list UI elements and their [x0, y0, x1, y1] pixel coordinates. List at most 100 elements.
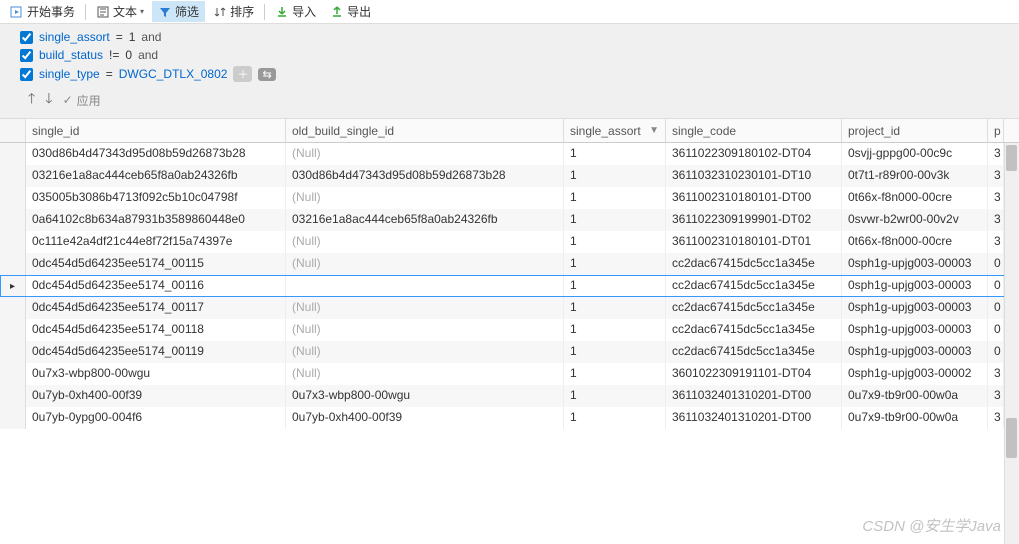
cell-project-id[interactable]: 0sph1g-upjg003-00003 [842, 275, 988, 297]
cell-project-id[interactable]: 0u7x9-tb9r00-00w0a [842, 407, 988, 429]
filter-up-button[interactable]: 🡑 [28, 88, 35, 112]
vertical-scrollbar[interactable] [1004, 143, 1019, 544]
cell-single-assort[interactable]: 1 [564, 275, 666, 297]
col-old-build-single-id[interactable]: old_build_single_id [286, 119, 564, 142]
col-p[interactable]: p [988, 119, 1004, 142]
cell-p[interactable]: 3 [988, 165, 1004, 187]
cell-p[interactable]: 0 [988, 341, 1004, 363]
cell-single-assort[interactable]: 1 [564, 253, 666, 275]
cell-old-build-single-id[interactable]: (Null) [286, 297, 564, 319]
row-header-corner[interactable] [0, 119, 26, 142]
cell-old-build-single-id[interactable]: 030d86b4d47343d95d08b59d26873b28 [286, 165, 564, 187]
import-button[interactable]: 导入 [269, 1, 322, 22]
cell-p[interactable]: 0 [988, 275, 1004, 297]
cell-p[interactable]: 3 [988, 143, 1004, 165]
row-header[interactable] [0, 253, 26, 275]
cell-project-id[interactable]: 0t7t1-r89r00-00v3k [842, 165, 988, 187]
row-header[interactable] [0, 165, 26, 187]
cell-project-id[interactable]: 0svwr-b2wr00-00v2v [842, 209, 988, 231]
row-header[interactable] [0, 275, 26, 297]
col-single-id[interactable]: single_id [26, 119, 286, 142]
cell-single-id[interactable]: 0dc454d5d64235ee5174_00116 [26, 275, 286, 297]
filter-operator[interactable]: != [109, 48, 119, 62]
cell-old-build-single-id[interactable]: (Null) [286, 363, 564, 385]
cell-single-id[interactable]: 0u7yb-0xh400-00f39 [26, 385, 286, 407]
cell-project-id[interactable]: 0u7x9-tb9r00-00w0a [842, 385, 988, 407]
add-condition-button[interactable]: ＋ [233, 66, 252, 82]
cell-single-id[interactable]: 0dc454d5d64235ee5174_00118 [26, 319, 286, 341]
cell-single-id[interactable]: 0u7x3-wbp800-00wgu [26, 363, 286, 385]
cell-single-id[interactable]: 0dc454d5d64235ee5174_00119 [26, 341, 286, 363]
cell-old-build-single-id[interactable]: 03216e1a8ac444ceb65f8a0ab24326fb [286, 209, 564, 231]
filter-button[interactable]: 筛选 [152, 1, 205, 22]
table-row[interactable]: 0a64102c8b634a87931b3589860448e003216e1a… [0, 209, 1019, 231]
scroll-thumb[interactable] [1006, 418, 1017, 458]
cell-single-code[interactable]: cc2dac67415dc5cc1a345e [666, 253, 842, 275]
filter-operator[interactable]: = [106, 67, 113, 81]
table-row[interactable]: 0dc454d5d64235ee5174_00119(Null)1cc2dac6… [0, 341, 1019, 363]
cell-old-build-single-id[interactable]: 0u7yb-0xh400-00f39 [286, 407, 564, 429]
filter-field[interactable]: build_status [39, 48, 103, 62]
cell-single-code[interactable]: cc2dac67415dc5cc1a345e [666, 297, 842, 319]
cell-single-assort[interactable]: 1 [564, 341, 666, 363]
table-row[interactable]: 03216e1a8ac444ceb65f8a0ab24326fb030d86b4… [0, 165, 1019, 187]
row-header[interactable] [0, 297, 26, 319]
table-row[interactable]: 0dc454d5d64235ee5174_00116 1cc2dac67415dc… [0, 275, 1019, 297]
cell-single-id[interactable]: 0dc454d5d64235ee5174_00117 [26, 297, 286, 319]
filter-field[interactable]: single_assort [39, 30, 110, 44]
scroll-thumb[interactable] [1006, 145, 1017, 171]
cell-p[interactable]: 3 [988, 187, 1004, 209]
cell-old-build-single-id[interactable]: (Null) [286, 341, 564, 363]
row-header[interactable] [0, 319, 26, 341]
cell-single-code[interactable]: 3611032401310201-DT00 [666, 385, 842, 407]
cell-p[interactable]: 3 [988, 385, 1004, 407]
cell-single-id[interactable]: 0u7yb-0ypg00-004f6 [26, 407, 286, 429]
cell-single-code[interactable]: 3611022309199901-DT02 [666, 209, 842, 231]
cell-old-build-single-id[interactable]: 0u7x3-wbp800-00wgu [286, 385, 564, 407]
cell-project-id[interactable]: 0sph1g-upjg003-00002 [842, 363, 988, 385]
filter-value[interactable]: 0 [125, 48, 132, 62]
filter-checkbox[interactable] [20, 49, 33, 62]
cell-single-code[interactable]: 3611032310230101-DT10 [666, 165, 842, 187]
table-row[interactable]: 0dc454d5d64235ee5174_00117(Null)1cc2dac6… [0, 297, 1019, 319]
cell-project-id[interactable]: 0sph1g-upjg003-00003 [842, 297, 988, 319]
row-header[interactable] [0, 143, 26, 165]
cell-single-assort[interactable]: 1 [564, 165, 666, 187]
row-header[interactable] [0, 407, 26, 429]
cell-old-build-single-id[interactable]: (Null) [286, 231, 564, 253]
cell-single-id[interactable]: 035005b3086b4713f092c5b10c04798f [26, 187, 286, 209]
cell-project-id[interactable]: 0t66x-f8n000-00cre [842, 231, 988, 253]
filter-field[interactable]: single_type [39, 67, 100, 81]
cell-single-code[interactable]: 3601022309191101-DT04 [666, 363, 842, 385]
text-button[interactable]: 文本 ▾ [90, 1, 150, 22]
col-single-code[interactable]: single_code [666, 119, 842, 142]
sort-button[interactable]: 排序 [207, 1, 260, 22]
cell-p[interactable]: 3 [988, 407, 1004, 429]
table-row[interactable]: 030d86b4d47343d95d08b59d26873b28(Null)13… [0, 143, 1019, 165]
row-header[interactable] [0, 363, 26, 385]
cell-single-assort[interactable]: 1 [564, 187, 666, 209]
table-row[interactable]: 0c111e42a4df21c44e8f72f15a74397e(Null)13… [0, 231, 1019, 253]
cell-project-id[interactable]: 0sph1g-upjg003-00003 [842, 253, 988, 275]
cell-single-code[interactable]: cc2dac67415dc5cc1a345e [666, 275, 842, 297]
cell-single-assort[interactable]: 1 [564, 385, 666, 407]
table-row[interactable]: 0u7yb-0ypg00-004f60u7yb-0xh400-00f391361… [0, 407, 1019, 429]
row-header[interactable] [0, 231, 26, 253]
row-header[interactable] [0, 187, 26, 209]
begin-transaction-button[interactable]: 开始事务 [4, 1, 81, 22]
cell-single-assort[interactable]: 1 [564, 319, 666, 341]
cell-single-assort[interactable]: 1 [564, 297, 666, 319]
cell-single-code[interactable]: 3611002310180101-DT01 [666, 231, 842, 253]
cell-single-code[interactable]: cc2dac67415dc5cc1a345e [666, 341, 842, 363]
cell-p[interactable]: 3 [988, 209, 1004, 231]
toggle-button[interactable]: ⇆ [258, 68, 275, 81]
cell-p[interactable]: 3 [988, 363, 1004, 385]
cell-old-build-single-id[interactable] [286, 275, 564, 297]
table-row[interactable]: 0u7x3-wbp800-00wgu(Null)1360102230919110… [0, 363, 1019, 385]
cell-old-build-single-id[interactable]: (Null) [286, 319, 564, 341]
row-header[interactable] [0, 385, 26, 407]
cell-project-id[interactable]: 0svjj-gppg00-00c9c [842, 143, 988, 165]
cell-p[interactable]: 0 [988, 319, 1004, 341]
filter-checkbox[interactable] [20, 31, 33, 44]
filter-operator[interactable]: = [116, 30, 123, 44]
